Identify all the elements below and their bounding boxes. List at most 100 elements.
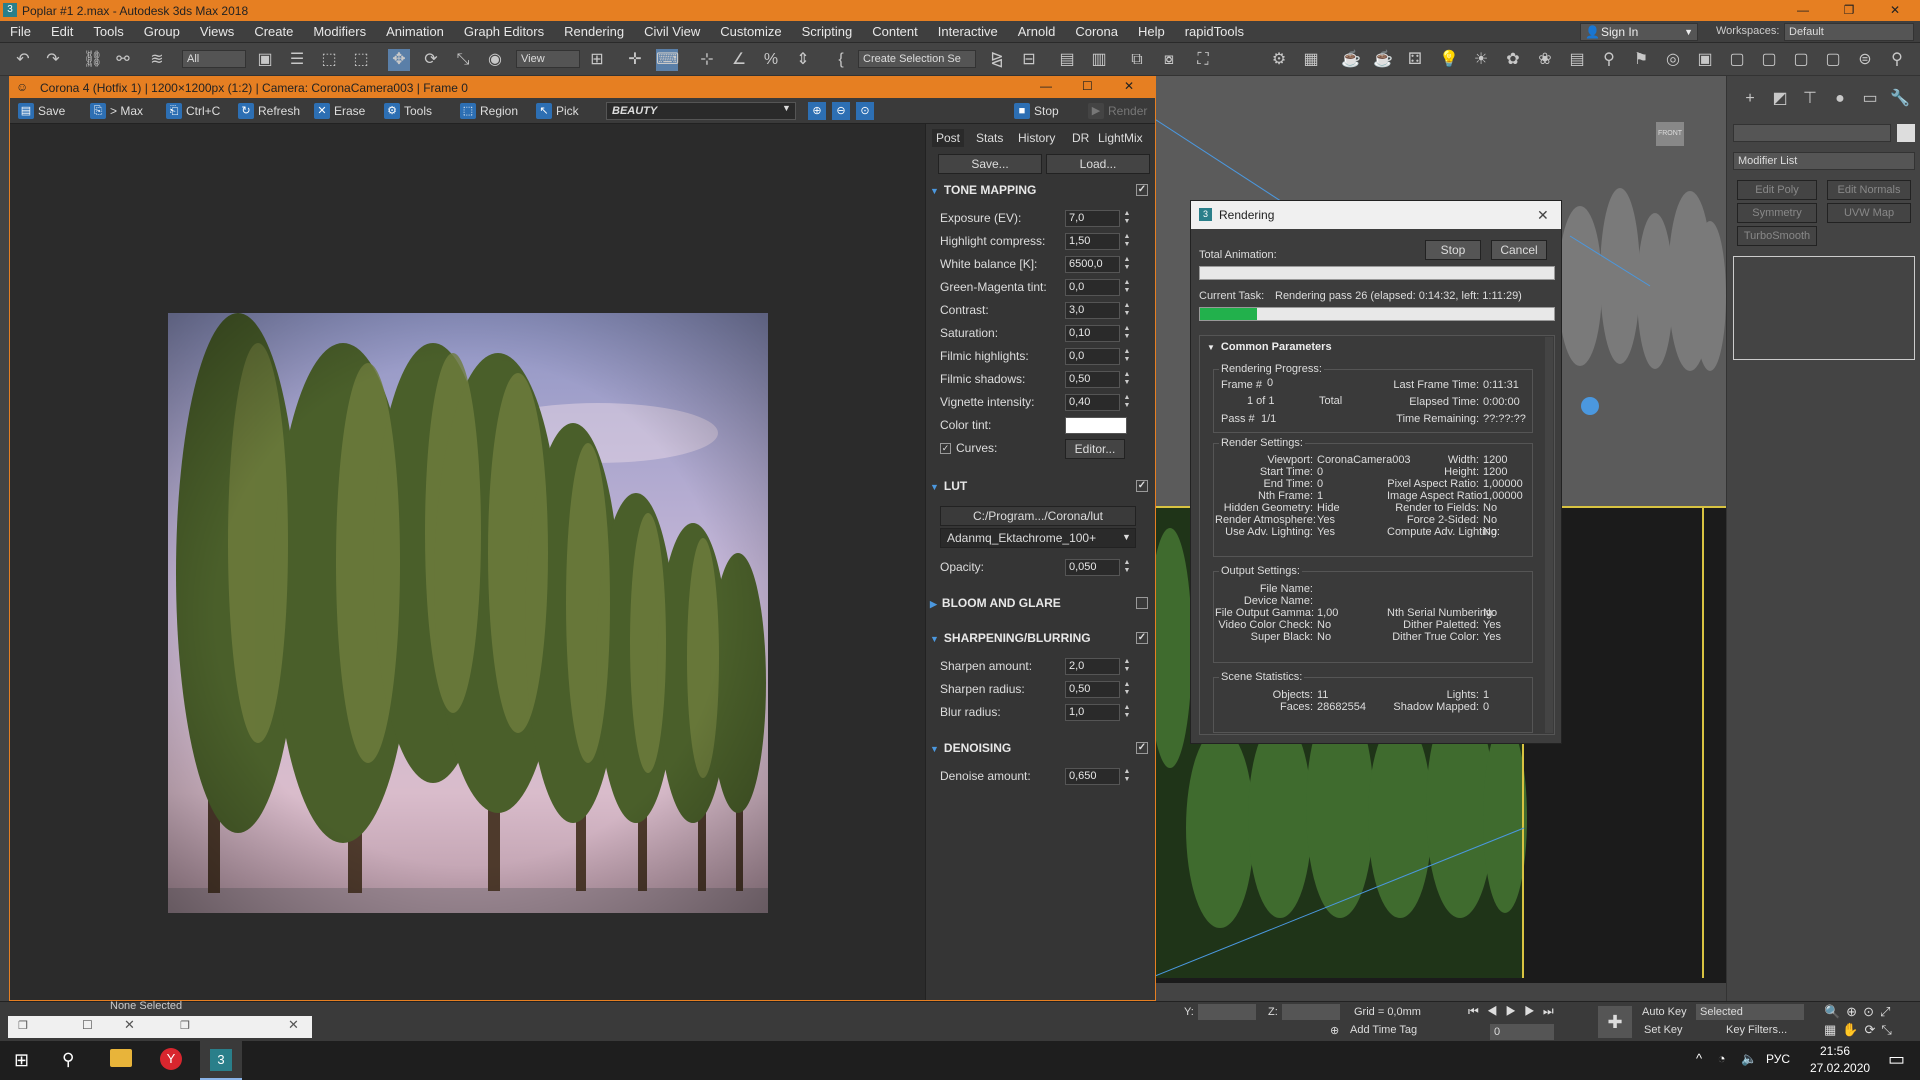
object-name-field[interactable] (1733, 124, 1891, 142)
lut-path-button[interactable]: C:/Program.../Corona/lut (940, 506, 1136, 526)
sharpen-checkbox[interactable]: ✓ (1136, 632, 1148, 644)
menu-create[interactable]: Create (244, 24, 303, 39)
highlight-compress-input[interactable]: 1,50 (1065, 233, 1120, 250)
place-icon[interactable]: ◉ (484, 49, 506, 71)
saturation-input[interactable]: 0,10 (1065, 325, 1120, 342)
curves-editor-button[interactable]: Editor... (1065, 439, 1125, 459)
corona-vfb-icon[interactable]: ▣ (1694, 49, 1716, 71)
undo-icon[interactable]: ↶ (12, 49, 34, 71)
menu-interactive[interactable]: Interactive (928, 24, 1008, 39)
mirror-icon[interactable]: ⧎ (986, 49, 1008, 71)
render-stop-button[interactable]: Stop (1425, 240, 1481, 260)
system-tray-icons[interactable]: ^ ◔ 🔈 (1696, 1051, 1763, 1067)
curve-editor-icon[interactable]: ⧉ (1126, 49, 1148, 71)
corona-mode-icon[interactable]: ⊜ (1854, 49, 1876, 71)
menu-civil-view[interactable]: Civil View (634, 24, 710, 39)
vfb-copy-button[interactable]: ⎗ Ctrl+C (164, 102, 220, 120)
vfb-erase-button[interactable]: ✕ Erase (312, 102, 365, 120)
keyboard-shortcut-icon[interactable]: ⌨ (656, 49, 679, 71)
dialog-close-icon[interactable]: ✕ (1537, 201, 1549, 229)
denoise-checkbox[interactable]: ✓ (1136, 742, 1148, 754)
scene-explorer-icon[interactable]: ▥ (1088, 49, 1110, 71)
vfb-save-button[interactable]: ▤ Save (16, 102, 65, 120)
viewport-nav-icons-2[interactable]: ▦✋⟳⤡ (1824, 1022, 1898, 1038)
menu-group[interactable]: Group (134, 24, 190, 39)
spinner-snap-icon[interactable]: ⇕ (792, 49, 814, 71)
tab-history[interactable]: History (1014, 129, 1059, 147)
corona-camera-icon[interactable]: ⚲ (1598, 49, 1620, 71)
spinner-icon[interactable]: ▲ ▼ (1122, 233, 1132, 250)
spinner-icon[interactable]: ▲ ▼ (1122, 768, 1132, 785)
uvw-map-button[interactable]: UVW Map (1827, 203, 1911, 223)
minimized-close-icon-2[interactable]: ✕ (288, 1017, 299, 1033)
tab-stats[interactable]: Stats (972, 129, 1007, 147)
corona-converter-icon[interactable]: ▤ (1566, 49, 1588, 71)
unlink-icon[interactable]: ⚯ (112, 49, 134, 71)
menu-views[interactable]: Views (190, 24, 244, 39)
y-coord-field[interactable] (1198, 1004, 1256, 1020)
set-key-big-icon[interactable]: ✚ (1598, 1006, 1632, 1038)
align-icon[interactable]: ⊟ (1018, 49, 1040, 71)
minimized-window-icon[interactable]: ❐ (18, 1019, 28, 1032)
sharpen-radius-input[interactable]: 0,50 (1065, 681, 1120, 698)
minimize-icon[interactable]: — (1780, 0, 1826, 21)
viewcube-front-label[interactable]: FRONT (1656, 122, 1684, 146)
modify-tab-icon[interactable]: ◩ (1769, 88, 1791, 110)
spinner-icon[interactable]: ▲ ▼ (1122, 559, 1132, 576)
spinner-icon[interactable]: ▲ ▼ (1122, 348, 1132, 365)
workspace-select[interactable]: Default (1784, 23, 1914, 41)
filmic-highlights-input[interactable]: 0,0 (1065, 348, 1120, 365)
zoom-fit-icon[interactable]: ⊙ (856, 102, 874, 120)
corona-proxy-icon[interactable]: ✿ (1502, 49, 1524, 71)
playback-controls[interactable]: ⏮◀▶▶⏭ (1468, 1004, 1562, 1019)
scale-icon[interactable]: ⤡ (452, 49, 474, 71)
display-tab-icon[interactable]: ▭ (1859, 88, 1881, 110)
bind-space-warp-icon[interactable]: ≋ (146, 49, 168, 71)
spinner-icon[interactable]: ▲ ▼ (1122, 394, 1132, 411)
lut-checkbox[interactable]: ✓ (1136, 480, 1148, 492)
schematic-view-icon[interactable]: ⧇ (1158, 49, 1180, 71)
close-icon[interactable]: ✕ (1872, 0, 1918, 21)
modifier-stack[interactable] (1733, 256, 1915, 360)
taskbar-3dsmax-button[interactable]: 3 (200, 1041, 242, 1080)
spinner-icon[interactable]: ▲ ▼ (1122, 658, 1132, 675)
named-selection-set[interactable]: Create Selection Se (858, 50, 976, 68)
window-crossing-icon[interactable]: ⬚ (350, 49, 372, 71)
tab-dr[interactable]: DR (1068, 129, 1093, 147)
vfb-stop-button[interactable]: ■ Stop (1012, 102, 1059, 120)
windows-start-icon[interactable]: ⊞ (14, 1050, 29, 1071)
clock-time[interactable]: 21:56 (1820, 1044, 1850, 1058)
render-icon[interactable]: ☕ (1340, 49, 1362, 71)
snap-3d-icon[interactable]: ⊹ (696, 49, 718, 71)
reference-coord-select[interactable]: View (516, 50, 580, 68)
vfb-pick-button[interactable]: ↖ Pick (534, 102, 579, 120)
tab-post[interactable]: Post (932, 129, 965, 147)
spinner-icon[interactable]: ▲ ▼ (1122, 302, 1132, 319)
percent-snap-icon[interactable]: % (760, 49, 782, 71)
file-explorer-icon[interactable] (110, 1049, 132, 1067)
render-canvas[interactable] (10, 124, 925, 1000)
spinner-icon[interactable]: ▲ ▼ (1122, 210, 1132, 227)
post-save-button[interactable]: Save... (938, 154, 1042, 174)
selection-filter-select[interactable]: All (182, 50, 246, 68)
viewport-nav-icons[interactable]: 🔍⊕⊙⤢ (1824, 1004, 1896, 1020)
render-setup-icon[interactable]: ⚙ (1268, 49, 1290, 71)
color-tint-swatch[interactable] (1065, 417, 1127, 434)
pivot-icon[interactable]: ⊞ (586, 49, 608, 71)
current-frame-field[interactable]: 0 (1490, 1024, 1554, 1040)
yandex-browser-icon[interactable]: Y (160, 1048, 182, 1070)
corona-toolbox-icon[interactable]: ▢ (1726, 49, 1748, 71)
corona-walk-icon[interactable]: ⚲ (1886, 49, 1908, 71)
search-icon[interactable]: ⚲ (62, 1050, 74, 1070)
vfb-region-button[interactable]: ⬚ Region (458, 102, 518, 120)
curves-checkbox[interactable]: ✓ (940, 443, 951, 454)
rendered-frame-icon[interactable]: ▦ (1300, 49, 1322, 71)
object-color-swatch[interactable] (1897, 124, 1915, 142)
hierarchy-tab-icon[interactable]: ⊤ (1799, 88, 1821, 110)
minimized-window-icon-2[interactable]: ❐ (180, 1019, 190, 1032)
material-editor-icon[interactable]: ⛶ (1192, 49, 1214, 71)
layer-explorer-icon[interactable]: ▤ (1056, 49, 1078, 71)
render-cancel-button[interactable]: Cancel (1491, 240, 1547, 260)
sharpen-header[interactable]: ▼ SHARPENING/BLURRING ✓ (930, 628, 1152, 648)
bloom-header[interactable]: ▶ BLOOM AND GLARE (930, 593, 1152, 613)
